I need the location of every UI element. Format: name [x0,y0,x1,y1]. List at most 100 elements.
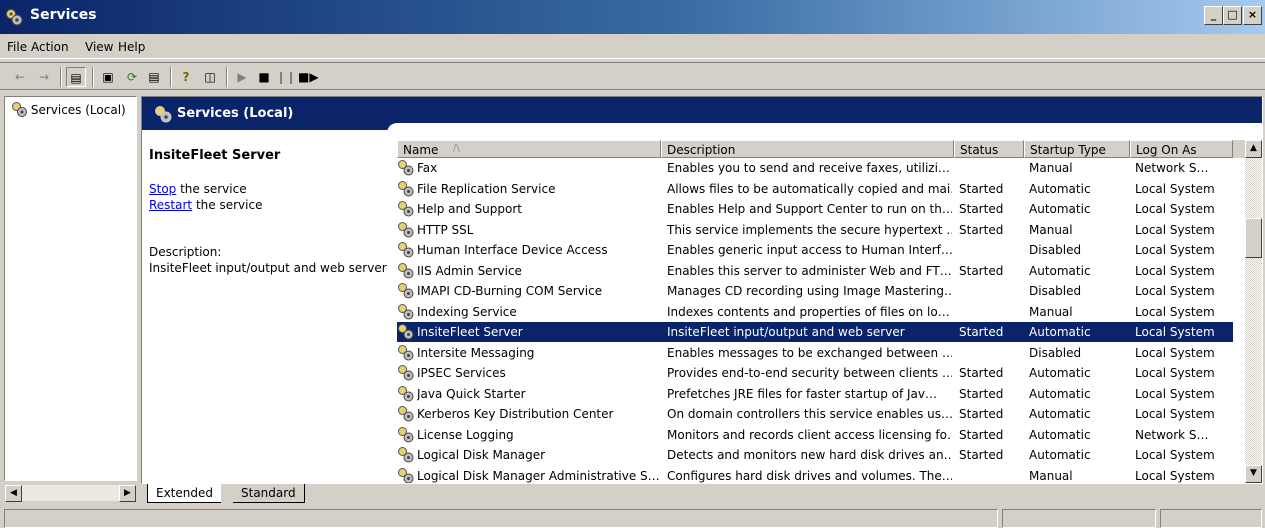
forward-icon[interactable]: → [34,67,54,87]
column-header-description[interactable]: Description [661,140,954,158]
service-status: Started [959,222,1004,237]
status-bar [0,507,1265,528]
service-gear-icon [398,447,414,463]
table-row[interactable]: Kerberos Key Distribution Center On domai… [397,404,1233,424]
description-label: Description: [149,245,222,259]
help-icon[interactable]: ? [176,67,196,87]
window-title: Services [30,7,97,23]
column-header-status[interactable]: Status [954,140,1024,158]
service-status: Started [959,366,1004,380]
tree-node-label: Services (Local) [30,103,126,117]
service-startup-type: Manual [1029,222,1073,237]
tree-node-services-local[interactable]: Services (Local) [9,100,128,118]
column-header-label: Name [403,143,439,157]
scroll-down-button[interactable]: ▼ [1245,465,1262,483]
restart-service-link[interactable]: Restart [149,198,192,212]
table-row[interactable]: HTTP SSL This service implements the secu… [397,220,1233,240]
services-panel: Services (Local) InsiteFleet Server Stop… [141,96,1263,484]
service-description: Enables Help and Support Center to run o… [667,202,952,216]
stop-service-icon[interactable]: ■ [254,67,274,87]
service-name: Human Interface Device Access [417,243,608,257]
services-window: Services _ □ × File Action View Help ← →… [0,0,1265,528]
stop-service-link[interactable]: Stop [149,182,176,196]
menu-help[interactable]: Help [118,40,145,54]
table-row[interactable]: Indexing Service Indexes contents and pro… [397,302,1233,322]
service-log-on-as: Local System [1135,345,1215,360]
restart-service-line: Restart the service [149,198,262,212]
service-name: Java Quick Starter [417,386,526,401]
stop-service-text: the service [176,182,247,196]
show-hide-action-pane-icon[interactable]: ◫ [200,67,220,87]
service-name: File Replication Service [417,181,556,196]
export-list-icon[interactable]: ▤ [144,67,164,87]
service-startup-type: Disabled [1029,345,1082,360]
service-startup-type: Manual [1029,161,1073,175]
service-startup-type: Automatic [1029,366,1091,380]
menu-view[interactable]: View [85,40,113,54]
selected-service-name: InsiteFleet Server [149,148,281,163]
table-row[interactable]: IPSEC Services Provides end-to-end securi… [397,363,1233,383]
column-header-name[interactable]: Name /\ [397,140,661,158]
restart-service-icon[interactable]: ■▶ [298,67,319,87]
services-gear-icon [12,102,27,117]
status-pane-3 [1160,509,1262,528]
list-header: Name /\ Description Status Startup Type L… [397,140,1245,158]
service-description: Detects and monitors new hard disk drive… [667,448,952,462]
toolbar-separator [92,67,94,87]
tab-standard[interactable]: Standard [233,484,305,503]
stop-service-line: Stop the service [149,182,247,196]
table-row[interactable]: Human Interface Device Access Enables gen… [397,240,1233,260]
scroll-left-button[interactable]: ◀ [5,485,22,502]
services-gear-icon [155,106,172,123]
tree-horizontal-scrollbar[interactable]: ◀ ▶ [4,484,137,502]
panel-header: Services (Local) [142,97,1262,133]
table-row[interactable]: Fax Enables you to send and receive faxes… [397,158,1233,178]
back-icon[interactable]: ← [10,67,30,87]
pause-service-icon[interactable]: ❙❙ [276,67,296,87]
service-gear-icon [398,426,414,442]
table-row[interactable]: Help and Support Enables Help and Support… [397,199,1233,219]
properties-icon[interactable]: ▣ [98,67,118,87]
service-log-on-as: Local System [1135,386,1215,401]
minimize-button[interactable]: _ [1204,6,1223,25]
service-log-on-as: Local System [1135,407,1215,421]
table-row[interactable]: Logical Disk Manager Administrative S… Co… [397,466,1233,483]
scrollbar-thumb[interactable] [1245,218,1262,258]
table-row[interactable]: File Replication Service Allows files to … [397,179,1233,199]
show-hide-tree-icon[interactable]: ▤ [66,67,86,87]
services-gear-icon [6,9,23,26]
service-description: Manages CD recording using Image Masteri… [667,284,952,298]
service-description: Monitors and records client access licen… [667,427,952,442]
service-description: On domain controllers this service enabl… [667,407,952,421]
menu-action[interactable]: Action [31,40,69,54]
table-row[interactable]: IIS Admin Service Enables this server to … [397,261,1233,281]
table-row[interactable]: Intersite Messaging Enables messages to b… [397,343,1233,363]
service-name: Logical Disk Manager [417,448,546,462]
refresh-icon[interactable]: ⟳ [122,67,142,87]
status-pane-main [4,509,998,528]
table-row[interactable]: License Logging Monitors and records clie… [397,425,1233,445]
table-row[interactable]: Java Quick Starter Prefetches JRE files f… [397,384,1233,404]
table-row[interactable]: IMAPI CD-Burning COM Service Manages CD r… [397,281,1233,301]
service-gear-icon [398,344,414,360]
scroll-up-button[interactable]: ▲ [1245,140,1262,158]
service-gear-icon [398,283,414,299]
close-button[interactable]: × [1243,6,1262,25]
maximize-button[interactable]: □ [1223,6,1242,25]
column-header-startup-type[interactable]: Startup Type [1024,140,1130,158]
service-status: Started [959,448,1004,462]
table-row[interactable]: Logical Disk Manager Detects and monitors… [397,445,1233,465]
service-status: Started [959,386,1004,401]
list-vertical-scrollbar[interactable]: ▲ ▼ [1245,140,1262,483]
service-description: Provides end-to-end security between cli… [667,366,952,380]
service-gear-icon [398,221,414,237]
menu-file[interactable]: File [7,40,27,54]
scroll-right-button[interactable]: ▶ [119,485,136,502]
service-log-on-as: Local System [1135,181,1215,196]
column-header-log-on-as[interactable]: Log On As [1130,140,1233,158]
table-row[interactable]: InsiteFleet Server InsiteFleet input/outp… [397,322,1233,342]
start-service-icon[interactable]: ▶ [232,67,252,87]
tab-extended[interactable]: Extended [147,484,221,503]
service-gear-icon [398,180,414,196]
service-gear-icon [398,242,414,258]
